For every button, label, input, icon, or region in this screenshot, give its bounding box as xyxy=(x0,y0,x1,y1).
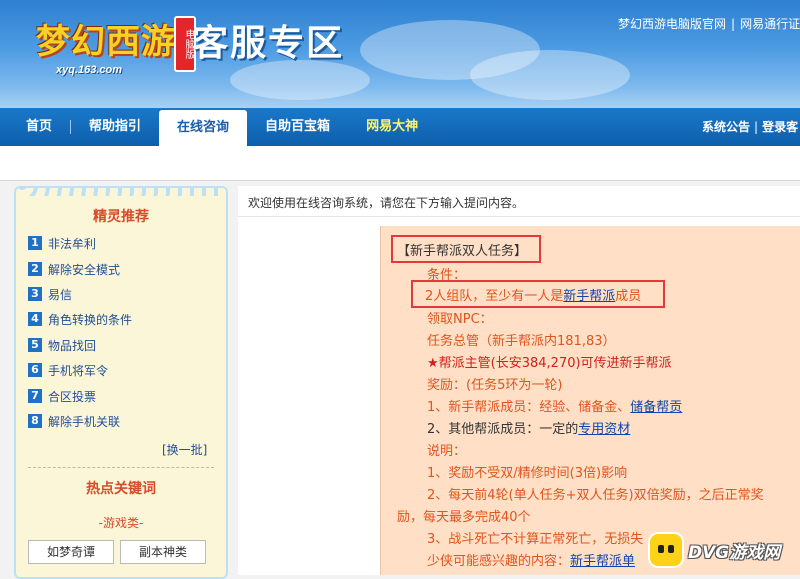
recommend-item-label: 解除手机关联 xyxy=(48,414,121,429)
welcome-text: 欢迎使用在线咨询系统，请您在下方输入提问内容。 xyxy=(248,196,525,210)
item-number: 1 xyxy=(28,236,42,250)
game-logo[interactable]: 梦幻西游 电脑版 xyq.163.com xyxy=(14,6,196,76)
answer-line: 条件： xyxy=(427,268,467,283)
item-number: 6 xyxy=(28,363,42,377)
main-panel: 欢迎使用在线咨询系统，请您在下方输入提问内容。 【新手帮派双人任务】 条件： 2… xyxy=(238,186,800,575)
item-number: 2 xyxy=(28,262,42,276)
page-title: 客服专区 xyxy=(192,23,345,64)
divider xyxy=(238,216,800,217)
divider xyxy=(28,467,214,468)
robot-icon xyxy=(650,534,682,566)
netease-passport-link[interactable]: 网易通行证 xyxy=(740,17,800,31)
answer-line: 励，每天最多完成40个 xyxy=(397,510,531,525)
item-number: 8 xyxy=(28,414,42,428)
recommend-item-label: 非法牟利 xyxy=(48,236,97,251)
recommend-item[interactable]: 3 易信 xyxy=(28,285,72,303)
header-banner: 梦幻西游 电脑版 xyq.163.com 客服专区 梦幻西游电脑版官网 | 网易通行… xyxy=(0,0,800,108)
recommend-item-label: 合区投票 xyxy=(48,389,97,404)
recommend-item-label: 角色转换的条件 xyxy=(48,312,133,327)
logo-text: 梦幻西游 xyxy=(36,22,176,62)
related-content-link[interactable]: 新手帮派单 xyxy=(570,554,635,569)
answer-line: 1、奖励不受双/精修时间(3倍)影响 xyxy=(427,466,628,481)
sidebar: 精灵推荐 1 非法牟利 2 解除安全模式 3 易信 4 角色转换的条件 5 物品找回 6手… xyxy=(14,186,228,579)
answer-line: 任务总管（新手帮派内181,83） xyxy=(427,334,616,349)
cloud-decoration xyxy=(230,60,370,100)
tab-self-service[interactable]: 自助百宝箱 xyxy=(247,108,348,146)
recommend-item[interactable]: 6 手机将军令 xyxy=(28,361,108,379)
recommend-item[interactable]: 7 合区投票 xyxy=(28,387,96,405)
item-number: 5 xyxy=(28,338,42,352)
top-links: 梦幻西游电脑版官网 | 网易通行证 xyxy=(618,15,800,32)
divider: | xyxy=(731,17,736,31)
recommend-item-label: 手机将军令 xyxy=(48,363,109,378)
recommend-item[interactable]: 8 解除手机关联 xyxy=(28,412,120,430)
answer-line: ★帮派主管(长安384,270)可传进新手帮派 xyxy=(427,356,672,371)
hot-keywords-title: 热点关键词 xyxy=(86,481,156,497)
refresh-recommend-link[interactable]: [换一批] xyxy=(162,441,207,458)
tab-home[interactable]: 首页 xyxy=(8,108,70,146)
official-site-link[interactable]: 梦幻西游电脑版官网 xyxy=(618,17,726,31)
logo-url: xyq.163.com xyxy=(56,64,123,76)
keyword-category: -游戏类- xyxy=(98,516,144,530)
sub-nav-bar xyxy=(0,146,800,181)
tab-netease-dashen[interactable]: 网易大神 xyxy=(348,108,436,146)
watermark: DVG游戏网 xyxy=(650,530,780,570)
cloud-decoration xyxy=(470,50,630,100)
nav-right-links: 系统公告 | 登录客 xyxy=(702,108,798,146)
special-material-link[interactable]: 专用资材 xyxy=(578,422,630,437)
tab-online-consult[interactable]: 在线咨询 xyxy=(159,110,248,146)
keyword-button[interactable]: 如梦奇谭 xyxy=(28,540,114,564)
answer-line: 3、战斗死亡不计算正常死亡，无损失 xyxy=(427,532,644,547)
item-number: 7 xyxy=(28,389,42,403)
newbie-guild-link[interactable]: 新手帮派 xyxy=(563,289,615,304)
answer-line: 2、其他帮派成员：一定的专用资材 xyxy=(427,422,631,437)
answer-line: 2、每天前4轮(单人任务+双人任务)双倍奖励，之后正常奖 xyxy=(427,488,764,503)
recommend-item[interactable]: 1 非法牟利 xyxy=(28,234,96,252)
answer-line: 说明： xyxy=(427,444,467,459)
task-title: 【新手帮派双人任务】 xyxy=(397,244,528,259)
tab-help-guide[interactable]: 帮助指引 xyxy=(71,108,159,146)
main-nav: 首页 帮助指引 在线咨询 自助百宝箱 网易大神 系统公告 | 登录客 xyxy=(0,108,800,146)
recommend-item[interactable]: 4 角色转换的条件 xyxy=(28,310,132,328)
item-number: 3 xyxy=(28,287,42,301)
answer-line: 领取NPC： xyxy=(427,312,493,327)
recommend-item-label: 解除安全模式 xyxy=(48,262,121,277)
answer-line: 2人组队，至少有一人是新手帮派成员 xyxy=(425,289,642,304)
watermark-text: DVG游戏网 xyxy=(688,542,781,563)
reserve-contribution-link[interactable]: 储备帮贡 xyxy=(630,400,682,415)
recommend-item[interactable]: 5 物品找回 xyxy=(28,336,96,354)
system-notice-link[interactable]: 系统公告 xyxy=(702,120,750,134)
answer-line: 少侠可能感兴趣的内容：新手帮派单 xyxy=(427,554,636,569)
answer-line: 1、新手帮派成员：经验、储备金、储备帮贡 xyxy=(427,400,683,415)
item-number: 4 xyxy=(28,312,42,326)
recommend-title: 精灵推荐 xyxy=(93,209,149,225)
login-link[interactable]: 登录客 xyxy=(762,120,798,134)
recommend-item-label: 物品找回 xyxy=(48,338,97,353)
recommend-item[interactable]: 2 解除安全模式 xyxy=(28,260,120,278)
divider: | xyxy=(754,120,759,134)
answer-line: 奖励：(任务5环为一轮) xyxy=(427,378,563,393)
scallop-border xyxy=(16,188,226,196)
answer-content: 【新手帮派双人任务】 条件： 2人组队，至少有一人是新手帮派成员 领取NPC： … xyxy=(380,226,800,575)
keyword-button[interactable]: 副本神类 xyxy=(120,540,206,564)
recommend-item-label: 易信 xyxy=(48,287,73,302)
